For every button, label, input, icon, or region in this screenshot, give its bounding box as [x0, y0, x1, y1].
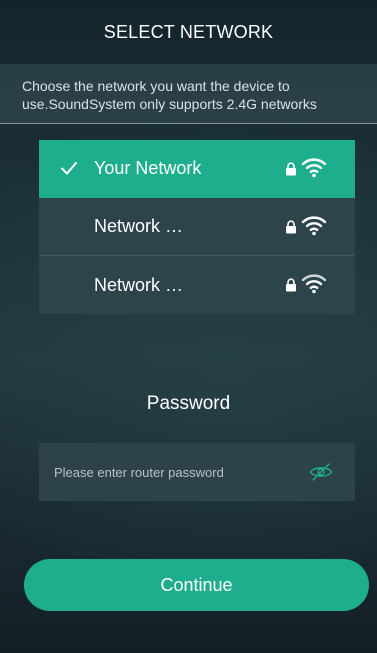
eye-hidden-icon[interactable]: [309, 462, 333, 482]
wifi-icon: [301, 158, 327, 178]
continue-button[interactable]: Continue: [24, 559, 369, 611]
network-item-3[interactable]: Network …: [39, 256, 355, 314]
network-list: Your Network Network … Network …: [39, 140, 355, 314]
wifi-icon: [301, 216, 327, 236]
network-item-your-network[interactable]: Your Network: [39, 140, 355, 198]
wifi-icon: [301, 274, 327, 294]
network-name: Your Network: [94, 158, 202, 178]
network-name: Network …: [94, 216, 184, 236]
header: SELECT NETWORK: [0, 0, 377, 64]
checkmark-icon: [61, 162, 77, 175]
instructions-banner: Choose the network you want the device t…: [0, 64, 377, 124]
instructions-line-2: use.SoundSystem only supports 2.4G netwo…: [22, 96, 317, 112]
password-label: Password: [146, 393, 231, 414]
password-field: [39, 443, 355, 501]
network-name: Network …: [94, 274, 184, 295]
lock-icon: [286, 162, 296, 176]
password-input[interactable]: [39, 443, 299, 501]
instructions-line-1: Choose the network you want the device t…: [22, 78, 290, 94]
network-item-2[interactable]: Network …: [39, 198, 355, 256]
page-title: SELECT NETWORK: [103, 21, 274, 42]
lock-icon: [286, 220, 296, 234]
lock-icon: [286, 278, 296, 292]
